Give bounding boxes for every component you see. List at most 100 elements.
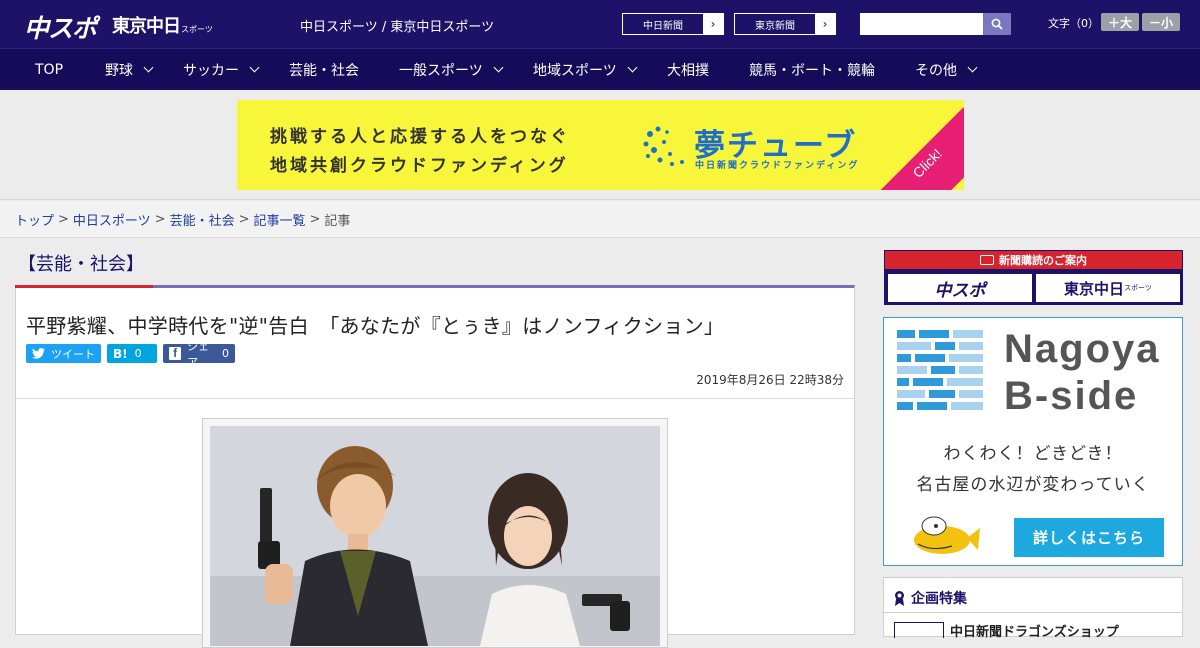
nav-item-local-sports[interactable]: 地域スポーツ — [533, 49, 638, 90]
nav-item-general-sports[interactable]: 一般スポーツ — [399, 49, 504, 90]
search-button[interactable] — [983, 13, 1011, 35]
brick-wall-icon — [897, 330, 983, 410]
bside-title-line2: B-side — [1004, 374, 1139, 418]
chuspo-logo[interactable]: 中スポ — [24, 9, 97, 45]
nav-label: 競馬・ボート・競輪 — [749, 62, 875, 79]
ad-line-1: 挑戦する人と応援する人をつなぐ — [270, 127, 570, 147]
site-header: 中スポ 東京中日スポーツ 中日スポーツ / 東京中日スポーツ 中日新聞 › 東京… — [0, 0, 1200, 48]
nav-item-entertainment[interactable]: 芸能・社会 — [289, 49, 359, 90]
article-headline: 平野紫耀、中学時代を"逆"告白 「あなたが『とぅき』はノンフィクション」 — [26, 314, 725, 338]
site-title: 中日スポーツ / 東京中日スポーツ — [300, 20, 495, 35]
nav-label: TOP — [35, 61, 64, 78]
article-card: 平野紫耀、中学時代を"逆"告白 「あなたが『とぅき』はノンフィクション」 ツイー… — [15, 285, 855, 648]
main-nav: TOP 野球 サッカー 芸能・社会 一般スポーツ 地域スポーツ 大相撲 競馬・ボ… — [0, 48, 1200, 90]
chevron-down-icon — [967, 62, 978, 73]
breadcrumb-entertainment[interactable]: 芸能・社会 — [170, 210, 235, 229]
nav-item-baseball[interactable]: 野球 — [105, 49, 154, 90]
newspaper-icon — [980, 255, 994, 265]
search-input[interactable] — [860, 13, 983, 35]
tokyo-chunichi-logo-small: スポーツ — [181, 25, 213, 34]
hatena-icon: B! — [113, 346, 128, 361]
subscription-header: 新聞購読のご案内 — [885, 251, 1182, 269]
font-size-label: 文字（0） — [1048, 17, 1099, 30]
feature-item-dragons-shop[interactable]: 中日新聞ドラゴンズショップ — [950, 621, 1119, 640]
nav-label: 一般スポーツ — [399, 62, 483, 79]
ad-brand-sub: 中日新聞クラウドファンディング — [695, 161, 860, 171]
article-divider — [16, 398, 854, 399]
tokyo-chunichi-logo-text: 東京中日 — [112, 16, 181, 37]
facebook-icon: f — [169, 346, 182, 360]
nav-label: その他 — [915, 62, 957, 79]
chunichi-shimbun-label: 中日新聞 — [643, 20, 683, 32]
tweet-button[interactable]: ツイート — [26, 344, 101, 363]
ad-line-2: 地域共創クラウドファンディング — [270, 156, 569, 176]
nav-item-soccer[interactable]: サッカー — [183, 49, 260, 90]
subscribe-chuspo-link[interactable]: 中スポ — [888, 274, 1032, 302]
hatena-bookmark-button[interactable]: B! 0 — [107, 344, 157, 363]
nav-item-sumo[interactable]: 大相撲 — [667, 49, 709, 90]
nav-label: 野球 — [105, 62, 133, 79]
breadcrumb-separator: > — [58, 211, 69, 227]
yume-tube-logo-icon — [643, 126, 684, 166]
subscribe-tokyo-chunichi-link[interactable]: 東京中日 スポーツ — [1036, 274, 1180, 302]
facebook-share-label: シェア — [187, 339, 210, 369]
bside-title: Nagoya B-side — [1004, 326, 1161, 420]
bside-details-button[interactable]: 詳しくはこちら — [1014, 518, 1164, 557]
ad-area: 挑戦する人と応援する人をつなぐ 地域共創クラウドファンディング 夢チューブ 中日… — [0, 90, 1200, 200]
tweet-label: ツイート — [51, 347, 95, 361]
search-icon — [991, 18, 1003, 30]
tokyo-shimbun-label: 東京新聞 — [755, 20, 795, 32]
bside-tagline-2: 名古屋の水辺が変わっていく — [916, 475, 1150, 495]
nav-label: 大相撲 — [667, 62, 709, 79]
photo-illustration — [210, 426, 660, 646]
ad-click-ribbon: Click! — [871, 107, 964, 190]
chevron-right-icon: › — [815, 14, 835, 34]
nav-label: サッカー — [183, 62, 239, 79]
subscription-title: 新聞購読のご案内 — [999, 254, 1087, 267]
bside-tagline-1: わくわく！どきどき！ — [943, 444, 1123, 464]
chevron-down-icon — [627, 62, 638, 73]
feature-divider — [884, 612, 1182, 613]
chevron-down-icon — [143, 62, 154, 73]
breadcrumb-current: 記事 — [324, 213, 351, 229]
font-larger-button[interactable]: ＋大 — [1101, 13, 1139, 31]
chevron-right-icon: › — [703, 14, 723, 34]
chevron-down-icon — [493, 62, 504, 73]
shachihoko-mascot-icon — [914, 516, 980, 554]
crowdfunding-ad-banner[interactable]: 挑戦する人と応援する人をつなぐ 地域共創クラウドファンディング 夢チューブ 中日… — [237, 100, 964, 190]
breadcrumb-separator: > — [154, 211, 166, 227]
nav-item-top[interactable]: TOP — [35, 49, 63, 90]
tokyo-shimbun-link[interactable]: 東京新聞 › — [734, 13, 836, 35]
breadcrumb-chuspo[interactable]: 中日スポーツ — [73, 210, 151, 229]
article-accent-bar — [15, 285, 153, 288]
twitter-icon — [32, 348, 45, 359]
nav-item-other[interactable]: その他 — [915, 49, 978, 90]
tokyo-chunichi-logo[interactable]: 東京中日スポーツ — [112, 12, 213, 38]
medal-icon — [895, 591, 904, 606]
feature-title: 企画特集 — [911, 591, 967, 607]
subscription-box: 新聞購読のご案内 中スポ 東京中日 スポーツ — [884, 250, 1183, 305]
subscribe-tokyo-chunichi-small: スポーツ — [1124, 284, 1152, 292]
ad-click-label: Click! — [909, 145, 945, 181]
feature-thumb[interactable] — [894, 622, 944, 638]
chunichi-shimbun-link[interactable]: 中日新聞 › — [622, 13, 724, 35]
breadcrumb-article-list[interactable]: 記事一覧 — [254, 210, 306, 229]
font-smaller-button[interactable]: －小 — [1142, 13, 1180, 31]
article-photo-frame — [202, 418, 668, 648]
nagoya-bside-ad[interactable]: Nagoya B-side わくわく！どきどき！ 名古屋の水辺が変わっていく 詳… — [883, 317, 1183, 566]
hatena-count: 0 — [134, 347, 142, 360]
chevron-down-icon — [249, 62, 260, 73]
subscribe-tokyo-chunichi-label: 東京中日 — [1064, 279, 1125, 298]
category-title: 【芸能・社会】 — [18, 254, 144, 275]
article-photo[interactable] — [210, 426, 660, 646]
feature-box: 企画特集 中日新聞ドラゴンズショップ — [883, 577, 1183, 640]
breadcrumb-separator: > — [238, 211, 250, 227]
facebook-share-button[interactable]: f シェア 0 — [163, 340, 235, 369]
publish-date: 2019年8月26日 22時38分 — [696, 373, 844, 387]
facebook-share-count: 0 — [222, 347, 229, 360]
nav-item-racing[interactable]: 競馬・ボート・競輪 — [749, 49, 875, 90]
feature-header: 企画特集 — [894, 588, 967, 608]
bside-title-line1: Nagoya — [1004, 327, 1161, 371]
nav-label: 芸能・社会 — [289, 62, 359, 79]
breadcrumb-top[interactable]: トップ — [15, 210, 54, 229]
